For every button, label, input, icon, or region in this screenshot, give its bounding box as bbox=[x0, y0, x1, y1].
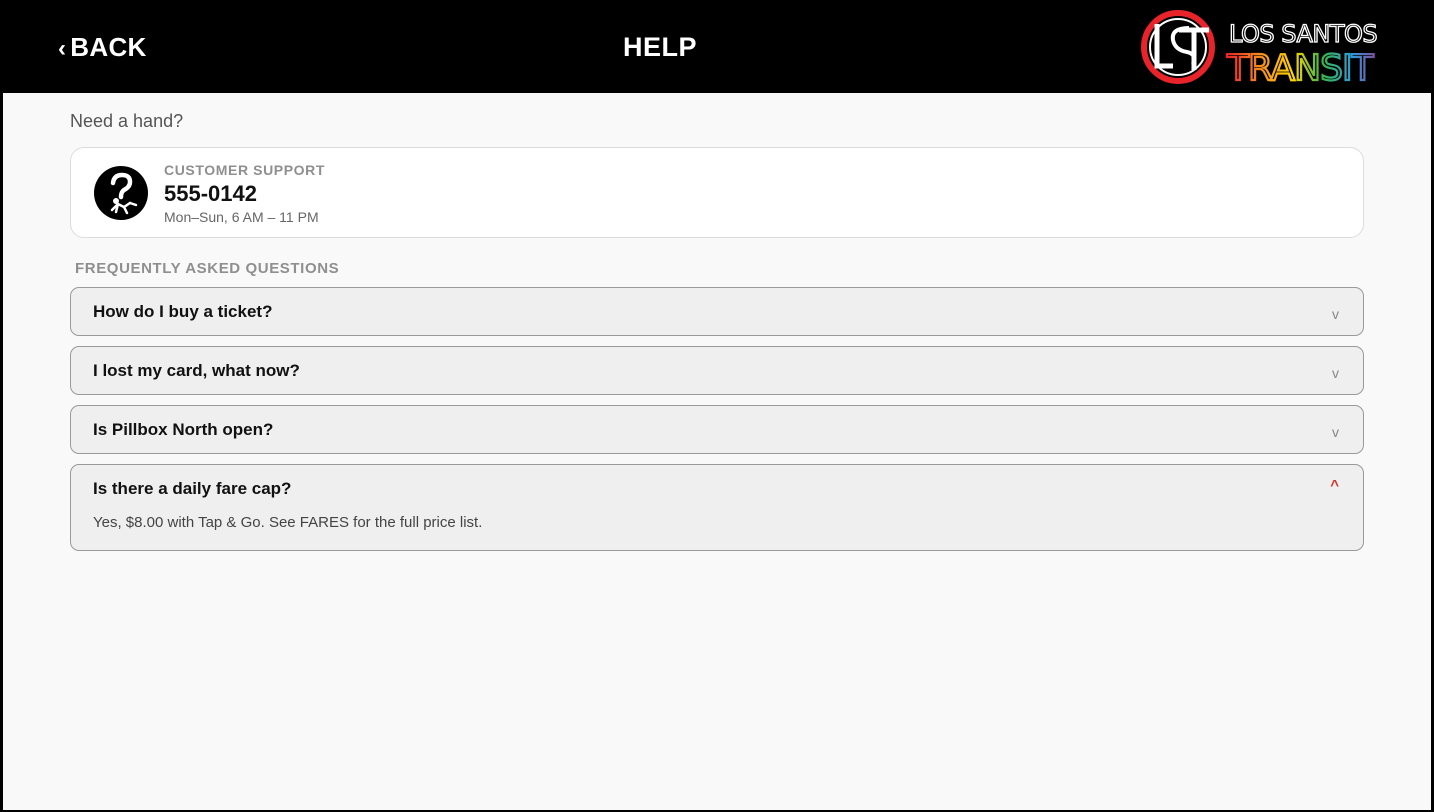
customer-support-card[interactable]: CUSTOMER SUPPORT 555-0142 Mon–Sun, 6 AM … bbox=[70, 147, 1364, 238]
chevron-up-icon: ^ bbox=[1330, 477, 1339, 494]
support-hours: Mon–Sun, 6 AM – 11 PM bbox=[164, 209, 319, 225]
page-title: HELP bbox=[622, 32, 697, 62]
logo-line1: LOS SANTOS bbox=[1229, 20, 1377, 48]
faq-item-daily-fare-cap[interactable]: Is there a daily fare cap? ^ Yes, $8.00 … bbox=[70, 464, 1364, 551]
faq-item-pillbox-north[interactable]: Is Pillbox North open? v bbox=[70, 405, 1364, 454]
faq-question: I lost my card, what now? bbox=[93, 361, 300, 380]
faq-question: Is there a daily fare cap? bbox=[93, 479, 292, 498]
faq-item-buy-ticket[interactable]: How do I buy a ticket? v bbox=[70, 287, 1364, 336]
help-person-icon bbox=[94, 166, 148, 220]
chevron-down-icon: v bbox=[1332, 365, 1339, 381]
los-santos-transit-logo: LOS SANTOS TRANSIT bbox=[1141, 10, 1378, 86]
app-frame: ‹ BACK HELP LOS SANTOS TRANSIT Need a ha… bbox=[3, 2, 1431, 810]
faq-answer: Yes, $8.00 with Tap & Go. See FARES for … bbox=[93, 514, 483, 531]
support-label: CUSTOMER SUPPORT bbox=[164, 162, 326, 178]
support-phone[interactable]: 555-0142 bbox=[164, 181, 257, 207]
faq-heading: FREQUENTLY ASKED QUESTIONS bbox=[75, 260, 340, 277]
chevron-down-icon: v bbox=[1332, 424, 1339, 440]
chevron-down-icon: v bbox=[1332, 306, 1339, 322]
logo-line2: TRANSIT bbox=[1226, 48, 1375, 86]
intro-text: Need a hand? bbox=[70, 111, 184, 131]
faq-item-lost-card[interactable]: I lost my card, what now? v bbox=[70, 346, 1364, 395]
faq-question: Is Pillbox North open? bbox=[93, 420, 274, 439]
faq-question: How do I buy a ticket? bbox=[93, 302, 273, 321]
header-bar: ‹ BACK HELP LOS SANTOS TRANSIT bbox=[3, 2, 1431, 93]
